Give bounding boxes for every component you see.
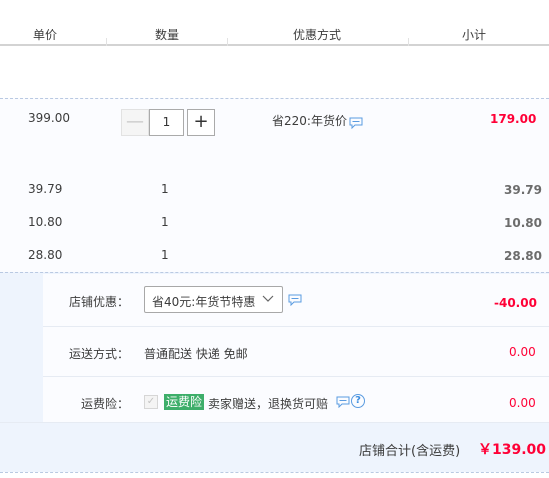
insurance-amount: 0.00 [509,396,536,410]
shop-discount-amount: -40.00 [494,296,537,310]
message-icon[interactable] [336,396,350,408]
checkbox-check-icon: ✓ [146,396,156,407]
chevron-down-icon [262,295,274,302]
item-subtotal: 28.80 [504,249,542,263]
message-icon[interactable] [288,294,302,306]
quantity-increase-button[interactable]: + [187,109,215,136]
unit-price: 28.80 [28,248,63,262]
shop-total-value: ￥139.00 [478,442,547,458]
unit-price: 10.80 [28,215,63,229]
shipping-method: 普通配送 快递 免邮 [144,347,248,361]
shipping-label: 运送方式： [69,347,130,361]
section-bottom-divider [0,472,549,473]
unit-price: 399.00 [28,111,70,125]
promo-text: 省220:年货价 [272,114,347,128]
insurance-checkbox[interactable]: ✓ [144,395,158,409]
row-divider [43,326,549,327]
item-subtotal: 39.79 [504,183,542,197]
quantity-input[interactable]: 1 [149,109,184,136]
question-icon[interactable]: ? [351,394,365,408]
unit-price: 39.79 [28,182,63,196]
insurance-tag: 运费险 [164,394,205,410]
quantity-value: 1 [161,248,169,262]
header-quantity: 数量 [155,28,180,42]
header-divider [227,38,228,46]
item-subtotal: 10.80 [504,216,542,230]
message-icon[interactable] [349,117,363,129]
row-divider [43,376,549,377]
shipping-amount: 0.00 [509,345,536,359]
header-discount: 优惠方式 [293,28,342,42]
insurance-description: 卖家赠送，退换货可赔 [208,397,329,411]
header-unit-price: 单价 [33,28,58,42]
shop-discount-selected: 省40元:年货节特惠 [152,295,256,309]
insurance-label: 运费险： [81,397,130,411]
shop-discount-label: 店铺优惠： [69,295,130,309]
quantity-value: 1 [161,215,169,229]
table-header: 单价 数量 优惠方式 小计 [0,0,549,46]
header-subtotal: 小计 [462,28,487,42]
header-divider [408,38,409,46]
shop-total-bar [0,422,549,472]
shop-discount-select[interactable]: 省40元:年货节特惠 [144,286,283,313]
quantity-decrease-button[interactable]: — [121,109,149,136]
header-divider [106,38,107,46]
item-subtotal: 179.00 [490,112,537,126]
quantity-value: 1 [161,182,169,196]
shop-total-label: 店铺合计(含运费) [359,444,461,459]
